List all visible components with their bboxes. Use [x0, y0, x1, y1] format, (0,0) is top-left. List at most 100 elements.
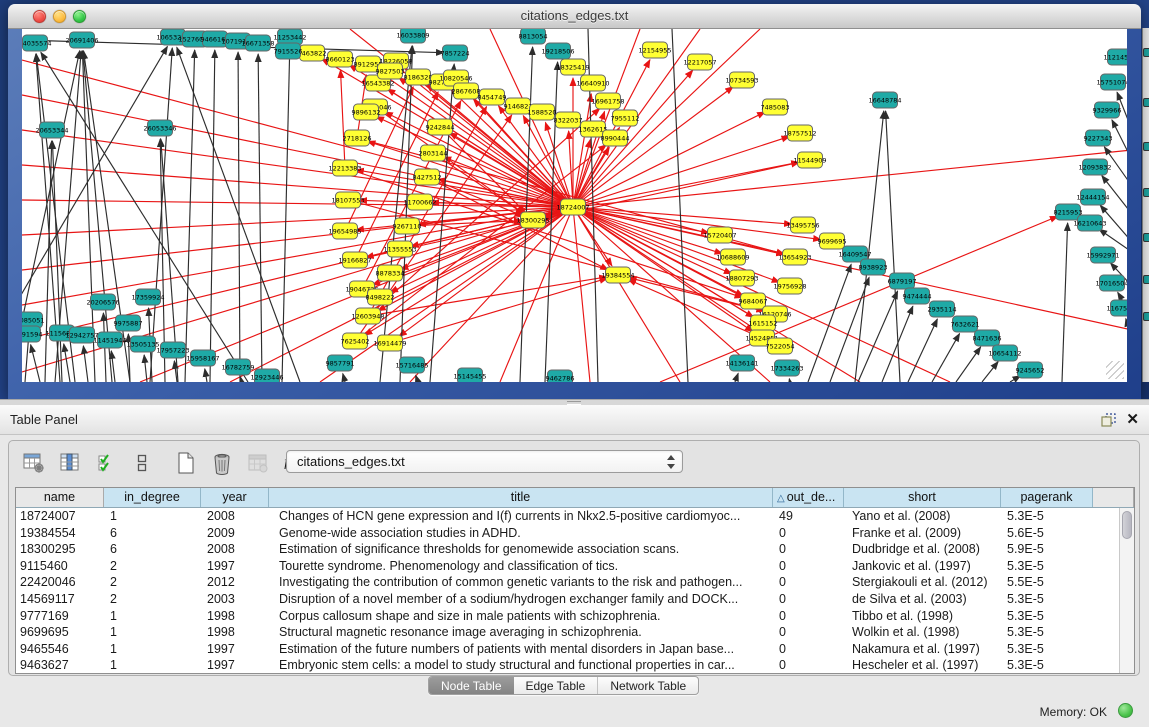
table-cell[interactable]: 1: [104, 608, 201, 625]
table-cell[interactable]: 1: [104, 641, 201, 658]
network-node[interactable]: 8813054: [519, 29, 548, 44]
table-cell[interactable]: Yano et al. (2008): [844, 508, 1001, 525]
network-node[interactable]: 11544909: [793, 152, 826, 168]
network-node[interactable]: 8454749: [478, 89, 507, 105]
table-cell[interactable]: 0: [773, 541, 844, 558]
network-node[interactable]: 11700662: [403, 194, 436, 210]
network-node[interactable]: 2803144: [419, 145, 448, 161]
table-cell[interactable]: 5.3E-5: [1001, 608, 1093, 625]
network-node[interactable]: 9699695: [818, 233, 847, 249]
delete-column-icon[interactable]: [209, 450, 235, 476]
table-settings-icon[interactable]: [21, 450, 47, 476]
table-cell[interactable]: 0: [773, 574, 844, 591]
network-node[interactable]: 16210643: [1073, 215, 1106, 231]
table-cell[interactable]: 6: [104, 541, 201, 558]
table-row[interactable]: 2242004622012Investigating the contribut…: [16, 574, 1119, 591]
network-node[interactable]: 9227343: [1084, 130, 1113, 146]
network-node[interactable]: 7625402: [341, 333, 370, 349]
network-node[interactable]: 8498222: [366, 289, 395, 305]
network-node[interactable]: 9827503: [376, 63, 405, 79]
network-node[interactable]: 16914479: [373, 335, 406, 351]
network-node[interactable]: 16033809: [396, 29, 429, 43]
table-cell[interactable]: 22420046: [16, 574, 104, 591]
table-cell[interactable]: 0: [773, 591, 844, 608]
table-cell[interactable]: 9115460: [16, 558, 104, 575]
table-row[interactable]: 1872400712008Changes of HCN gene express…: [16, 508, 1119, 525]
network-node[interactable]: 15992971: [1086, 247, 1119, 263]
network-node[interactable]: 9896132: [352, 104, 381, 120]
table-cell[interactable]: Franke et al. (2009): [844, 525, 1001, 542]
network-node[interactable]: 26053346: [143, 120, 176, 136]
network-node[interactable]: 19756928: [773, 278, 806, 294]
table-cell[interactable]: de Silva et al. (2003): [844, 591, 1001, 608]
network-node[interactable]: 16648784: [868, 92, 901, 108]
network-node[interactable]: 9462786: [546, 370, 575, 382]
close-window-button[interactable]: [33, 10, 46, 23]
table-cell[interactable]: 2: [104, 558, 201, 575]
table-cell[interactable]: 2003: [201, 591, 269, 608]
table-cell[interactable]: Estimation of the future numbers of pati…: [269, 641, 773, 658]
create-column-icon[interactable]: [173, 450, 199, 476]
table-cell[interactable]: 18724007: [16, 508, 104, 525]
network-node[interactable]: 18107553: [331, 192, 364, 208]
network-node[interactable]: 7485083: [761, 99, 790, 115]
table-selector-dropdown[interactable]: citations_edges.txt: [286, 450, 683, 473]
window-titlebar[interactable]: citations_edges.txt: [8, 4, 1141, 29]
table-cell[interactable]: Investigating the contribution of common…: [269, 574, 773, 591]
table-cell[interactable]: 19384554: [16, 525, 104, 542]
network-node[interactable]: 18300295: [516, 212, 549, 228]
close-panel-icon[interactable]: ✕: [1126, 410, 1139, 430]
network-node[interactable]: 13495756: [786, 217, 819, 233]
network-node[interactable]: 2718126: [343, 130, 372, 146]
table-cell[interactable]: 2: [104, 591, 201, 608]
table-cell[interactable]: 1997: [201, 558, 269, 575]
network-node[interactable]: 13505135: [126, 336, 159, 352]
table-cell[interactable]: 0: [773, 558, 844, 575]
network-graph[interactable]: 1872400786601238912955182260581654338298…: [22, 29, 1127, 382]
network-canvas[interactable]: 1872400786601238912955182260581654338298…: [22, 29, 1127, 382]
network-node[interactable]: 13654923: [778, 249, 811, 265]
table-row[interactable]: 946362711997Embryonic stem cells: a mode…: [16, 657, 1119, 673]
network-node[interactable]: 11675309: [1106, 300, 1127, 316]
network-node[interactable]: 8878334: [376, 265, 405, 281]
table-cell[interactable]: Structural magnetic resonance image aver…: [269, 624, 773, 641]
table-cell[interactable]: 18300295: [16, 541, 104, 558]
table-cell[interactable]: 0: [773, 608, 844, 625]
network-node[interactable]: 8938923: [859, 259, 888, 275]
network-node[interactable]: 2867608: [452, 83, 481, 99]
network-node[interactable]: 19166827: [338, 252, 371, 268]
network-node[interactable]: 10734593: [725, 72, 758, 88]
table-cell[interactable]: 5.9E-5: [1001, 541, 1093, 558]
table-cell[interactable]: Tibbo et al. (1998): [844, 608, 1001, 625]
network-node[interactable]: 10688609: [716, 249, 749, 265]
network-node[interactable]: 16671358: [241, 35, 274, 51]
network-node[interactable]: 9474444: [903, 288, 932, 304]
column-header-title[interactable]: title: [269, 488, 773, 507]
table-cell[interactable]: 5.3E-5: [1001, 624, 1093, 641]
table-cell[interactable]: Tourette syndrome. Phenomenology and cla…: [269, 558, 773, 575]
column-header-short[interactable]: short: [844, 488, 1001, 507]
network-node[interactable]: 12093832: [1078, 159, 1111, 175]
network-node[interactable]: 24035574: [22, 35, 52, 51]
column-header-name[interactable]: name: [16, 488, 104, 507]
column-header-out-degree[interactable]: △out_de...: [773, 488, 844, 507]
table-cell[interactable]: Corpus callosum shape and size in male p…: [269, 608, 773, 625]
column-header-pagerank[interactable]: pagerank: [1001, 488, 1093, 507]
network-node[interactable]: 20206576: [86, 294, 119, 310]
network-node[interactable]: 6879197: [888, 273, 917, 289]
table-cell[interactable]: 5.3E-5: [1001, 641, 1093, 658]
table-cell[interactable]: 2012: [201, 574, 269, 591]
network-node[interactable]: 7857224: [441, 45, 470, 61]
network-node[interactable]: 19654985: [328, 223, 361, 239]
table-row[interactable]: 1830029562008Estimation of significance …: [16, 541, 1119, 558]
row-height-icon[interactable]: [129, 450, 155, 476]
network-node[interactable]: 16961758: [591, 93, 624, 109]
network-node[interactable]: 11214529: [1103, 49, 1127, 65]
table-cell[interactable]: 2: [104, 574, 201, 591]
network-node[interactable]: 9857791: [326, 355, 355, 371]
network-node[interactable]: 7955112: [611, 110, 640, 126]
table-cell[interactable]: 9777169: [16, 608, 104, 625]
table-row[interactable]: 911546021997Tourette syndrome. Phenomeno…: [16, 558, 1119, 575]
network-node[interactable]: 9329966: [1093, 102, 1122, 118]
table-row[interactable]: 1938455462009Genome-wide association stu…: [16, 525, 1119, 542]
